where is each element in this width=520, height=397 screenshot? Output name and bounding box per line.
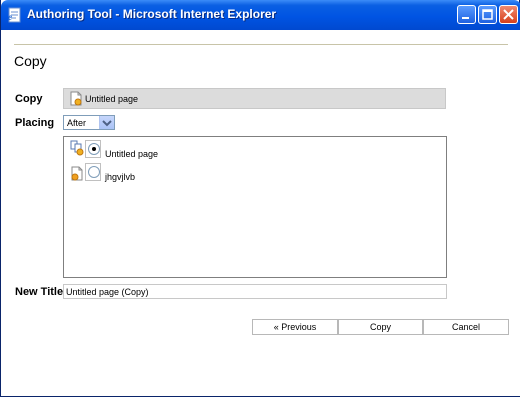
browser-window: e Authoring Tool - Microsoft Internet Ex…	[0, 0, 520, 397]
page-title: Copy	[14, 53, 47, 69]
minimize-button[interactable]	[457, 5, 476, 24]
maximize-button[interactable]	[478, 5, 497, 24]
title-bar[interactable]: e Authoring Tool - Microsoft Internet Ex…	[1, 0, 520, 30]
list-item-label: jhgvjlvb	[105, 172, 136, 182]
svg-text:e: e	[8, 12, 12, 22]
page-icon	[69, 91, 83, 111]
ie-page-icon: e	[7, 7, 23, 23]
list-item[interactable]: jhgvjlvb	[70, 163, 270, 183]
header-divider	[14, 44, 508, 45]
previous-button[interactable]: « Previous	[252, 319, 338, 335]
page-icon	[70, 166, 84, 186]
minimize-icon	[462, 17, 469, 19]
placing-select[interactable]: After	[63, 115, 115, 130]
close-button[interactable]	[499, 5, 518, 24]
window-title: Authoring Tool - Microsoft Internet Expl…	[27, 7, 277, 21]
copy-source-field: Untitled page	[63, 88, 446, 109]
list-item[interactable]: Untitled page	[70, 140, 270, 160]
close-icon	[503, 9, 514, 20]
new-title-label: New Title	[15, 286, 64, 298]
maximize-icon	[482, 9, 493, 20]
cancel-button[interactable]: Cancel	[423, 319, 509, 335]
list-item-label: Untitled page	[105, 149, 159, 159]
copy-button[interactable]: Copy	[338, 319, 423, 335]
copy-label: Copy	[15, 93, 43, 105]
folder-page-icon	[70, 140, 85, 161]
placing-label: Placing	[15, 117, 55, 129]
placing-select-value: After	[67, 118, 87, 128]
radio-untitled-page[interactable]	[88, 143, 100, 155]
copy-source-value: Untitled page	[85, 94, 139, 104]
new-title-input[interactable]	[63, 284, 447, 299]
page-placement-list: Untitled page jhgvjlvb	[63, 136, 447, 278]
dialog-content: Copy Copy Untitled page Placing After Un…	[2, 30, 520, 396]
radio-jhgvjlvb[interactable]	[88, 166, 100, 178]
chevron-down-icon[interactable]	[99, 116, 114, 129]
